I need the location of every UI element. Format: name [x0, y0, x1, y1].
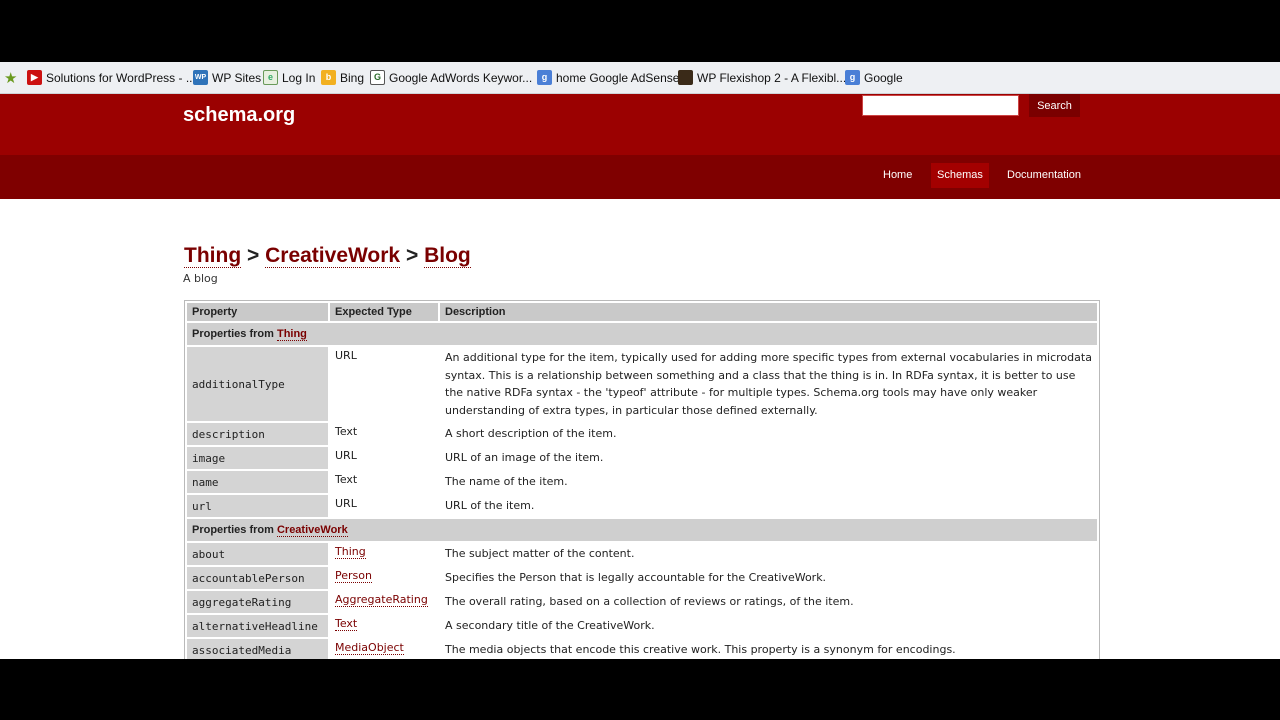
expected-type: Text [330, 615, 438, 637]
property-name[interactable]: description [187, 423, 328, 445]
type-description: A blog [183, 272, 218, 285]
table-row: url URL URL of the item. [187, 495, 1097, 517]
wp-icon: WP [193, 70, 208, 85]
nav-documentation[interactable]: Documentation [1001, 163, 1087, 188]
header-property: Property [187, 303, 328, 321]
table-row: aggregateRating AggregateRating The overal… [187, 591, 1097, 613]
property-description: The overall rating, based on a collectio… [445, 595, 854, 608]
table-row: description Text A short description of th… [187, 423, 1097, 445]
property-description: An additional type for the item, typical… [445, 351, 1092, 417]
expected-type: Text [335, 473, 358, 486]
expected-type-link[interactable]: Text [335, 617, 358, 631]
breadcrumb-thing[interactable]: Thing [184, 244, 242, 268]
table-row: image URL URL of an image of the item. [187, 447, 1097, 469]
section-header-row: Properties from Thing [187, 323, 1097, 345]
bookmark-wp-sites[interactable]: WP WP Sites [193, 62, 261, 93]
expected-type-link[interactable]: Thing [335, 545, 366, 559]
property-description: The media objects that encode this creat… [445, 643, 956, 656]
bookmarks-bar: ★ ▶ Solutions for WordPress - ... WP WP … [0, 62, 1280, 94]
property-description: URL of the item. [445, 499, 535, 512]
table-row: alternativeHeadline Text A secondary title… [187, 615, 1097, 637]
page-content: schema.org Search Home Schemas Documenta… [0, 94, 1280, 659]
bookmark-log-in[interactable]: e Log In [263, 62, 315, 93]
google-icon: g [537, 70, 552, 85]
search-input[interactable] [862, 95, 1019, 116]
nav-schemas[interactable]: Schemas [931, 163, 989, 188]
header-expected-type: Expected Type [330, 303, 438, 321]
section-type-link[interactable]: CreativeWork [276, 524, 348, 537]
search-button[interactable]: Search [1029, 94, 1080, 117]
property-description: URL of an image of the item. [445, 451, 604, 464]
section-header: Properties from Thing [187, 323, 1097, 345]
nav-home[interactable]: Home [877, 163, 918, 188]
expected-type: URL [335, 449, 357, 462]
property-name[interactable]: aggregateRating [187, 591, 328, 613]
expected-type: MediaObject [330, 639, 438, 659]
site-nav: Home Schemas Documentation [0, 155, 1280, 199]
breadcrumb-blog[interactable]: Blog [424, 244, 471, 268]
breadcrumb-separator: > [247, 244, 260, 267]
property-description: A short description of the item. [445, 427, 617, 440]
bookmarks-star-icon[interactable]: ★ [4, 62, 17, 93]
bookmark-solutions-wordpress[interactable]: ▶ Solutions for WordPress - ... [27, 62, 196, 93]
table-body: Properties from Thing additionalType URL An… [187, 323, 1097, 659]
expected-type: AggregateRating [330, 591, 438, 613]
page-icon: e [263, 70, 278, 85]
properties-table: Property Expected Type Description Prope… [184, 300, 1100, 659]
expected-type: Thing [330, 543, 438, 565]
bookmark-google[interactable]: g Google [845, 62, 903, 93]
breadcrumb-creativework[interactable]: CreativeWork [265, 244, 401, 268]
expected-type: Text [335, 425, 358, 438]
site-logo[interactable]: schema.org [183, 104, 295, 127]
table-row: about Thing The subject matter of the cont… [187, 543, 1097, 565]
bookmark-google-adwords[interactable]: G Google AdWords Keywor... [370, 62, 532, 93]
section-header: Properties from CreativeWork [187, 519, 1097, 541]
property-name[interactable]: associatedMedia [187, 639, 328, 659]
bookmark-wp-flexishop[interactable]: WP Flexishop 2 - A Flexibl... [678, 62, 846, 93]
google-icon: G [370, 70, 385, 85]
property-description: Specifies the Person that is legally acc… [445, 571, 827, 584]
section-prefix: Properties from [192, 524, 277, 536]
youtube-icon: ▶ [27, 70, 42, 85]
header-description: Description [440, 303, 1097, 321]
bing-icon: b [321, 70, 336, 85]
property-name[interactable]: image [187, 447, 328, 469]
expected-type: URL [335, 497, 357, 510]
breadcrumb-separator: > [405, 244, 419, 267]
breadcrumb: Thing > CreativeWork > Blog [184, 244, 471, 268]
section-header-row: Properties from CreativeWork [187, 519, 1097, 541]
table-row: additionalType URL An additional type for … [187, 347, 1097, 421]
table-row: name Text The name of the item. [187, 471, 1097, 493]
property-name[interactable]: about [187, 543, 328, 565]
property-name[interactable]: alternativeHeadline [187, 615, 328, 637]
site-header: schema.org Search [0, 94, 1280, 155]
property-name[interactable]: name [187, 471, 328, 493]
section-type-link[interactable]: Thing [276, 328, 307, 341]
table-row: associatedMedia MediaObject The media obje… [187, 639, 1097, 659]
property-description: The name of the item. [445, 475, 568, 488]
google-icon: g [845, 70, 860, 85]
expected-type-link[interactable]: MediaObject [335, 641, 404, 655]
section-prefix: Properties from [192, 328, 277, 340]
expected-type-link[interactable]: Person [335, 569, 372, 583]
property-name[interactable]: accountablePerson [187, 567, 328, 589]
expected-type-link[interactable]: AggregateRating [335, 593, 428, 607]
table-row: accountablePerson Person Specifies the Per… [187, 567, 1097, 589]
bookmark-google-adsense[interactable]: g home Google AdSense [537, 62, 679, 93]
property-description: The subject matter of the content. [445, 547, 635, 560]
bookmark-bing[interactable]: b Bing [321, 62, 364, 93]
site-icon [678, 70, 693, 85]
expected-type: Person [330, 567, 438, 589]
property-name[interactable]: additionalType [187, 347, 328, 421]
property-description: A secondary title of the CreativeWork. [445, 619, 655, 632]
property-name[interactable]: url [187, 495, 328, 517]
expected-type: URL [335, 349, 357, 362]
